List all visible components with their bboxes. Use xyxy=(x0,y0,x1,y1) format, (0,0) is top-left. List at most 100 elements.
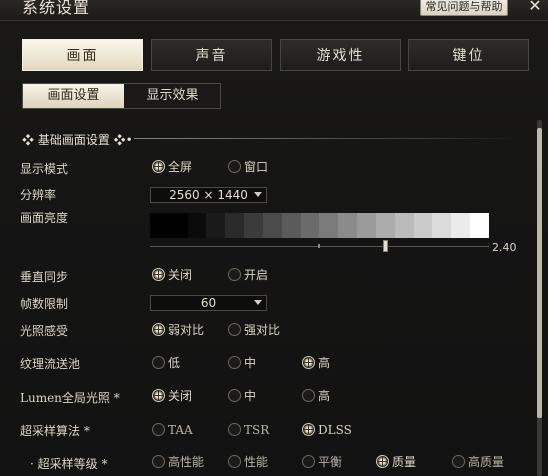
radio-checked-icon xyxy=(152,160,165,173)
tab-gameplay[interactable]: 游戏性 xyxy=(280,39,401,71)
radio-label: 平衡 xyxy=(318,455,343,469)
radio-label: 质量 xyxy=(392,455,417,469)
brightness-step xyxy=(451,213,471,238)
radio-unchecked-icon xyxy=(152,356,165,369)
diamond-icon: ❖• xyxy=(109,133,133,147)
brightness-step xyxy=(394,213,414,238)
close-icon[interactable]: ✕ xyxy=(527,0,543,14)
scrollbar-thumb[interactable] xyxy=(537,128,542,418)
upscaling-taa-radio[interactable]: TAA xyxy=(152,423,193,437)
radio-label: 高性能 xyxy=(168,455,205,469)
brightness-step xyxy=(225,213,245,238)
brightness-step xyxy=(168,213,188,238)
section-title: ❖ 基础画面设置 ❖• xyxy=(22,131,133,148)
radio-label: 关闭 xyxy=(168,389,193,403)
frame-limit-label: 帧数限制 xyxy=(20,297,69,311)
brightness-step xyxy=(206,213,226,238)
resolution-value: 2560 × 1440 xyxy=(169,188,248,202)
lumen-gi-off-radio[interactable]: 关闭 xyxy=(152,389,192,403)
radio-label: TAA xyxy=(168,423,193,437)
diamond-icon: ❖ xyxy=(22,133,38,147)
radio-label: 全屏 xyxy=(168,160,193,174)
radio-checked-icon xyxy=(376,455,389,468)
brightness-step xyxy=(470,213,489,238)
radio-unchecked-icon xyxy=(152,455,165,468)
radio-checked-icon xyxy=(152,389,165,402)
light-sense-high-radio[interactable]: 强对比 xyxy=(228,323,280,337)
vsync-off-radio[interactable]: 关闭 xyxy=(152,268,192,282)
texture-pool-high-radio[interactable]: 高 xyxy=(302,356,330,370)
brightness-step xyxy=(375,213,395,238)
display-mode-fullscreen-radio[interactable]: 全屏 xyxy=(152,160,192,174)
vsync-on-radio[interactable]: 开启 xyxy=(228,268,268,282)
lumen-gi-high-radio[interactable]: 高 xyxy=(302,389,330,403)
brightness-step xyxy=(300,213,320,238)
texture-pool-mid-radio[interactable]: 中 xyxy=(228,356,256,370)
radio-unchecked-icon xyxy=(302,389,315,402)
help-button[interactable]: 常见问题与帮助 xyxy=(420,0,508,16)
brightness-step xyxy=(187,213,207,238)
radio-unchecked-icon xyxy=(228,268,241,281)
resolution-select[interactable]: 2560 × 1440 xyxy=(150,187,267,203)
frame-limit-value: 60 xyxy=(200,296,217,310)
radio-unchecked-icon xyxy=(302,455,315,468)
radio-unchecked-icon xyxy=(152,423,165,436)
light-sense-label: 光照感受 xyxy=(20,324,69,338)
upscaling-dlss-radio[interactable]: DLSS xyxy=(302,423,352,437)
radio-checked-icon xyxy=(152,323,165,336)
radio-label: 高 xyxy=(318,389,331,403)
slider-default-tick xyxy=(318,244,320,248)
radio-label: 弱对比 xyxy=(168,323,205,337)
upscaling-tsr-radio[interactable]: TSR xyxy=(228,423,269,437)
section-divider xyxy=(134,138,518,139)
display-mode-windowed-radio[interactable]: 窗口 xyxy=(228,160,268,174)
radio-unchecked-icon xyxy=(228,455,241,468)
brightness-calibration-bar xyxy=(150,213,489,238)
radio-unchecked-icon xyxy=(228,423,241,436)
upscale-level-quality-radio[interactable]: 质量 xyxy=(376,455,416,469)
subtab-display-settings[interactable]: 画面设置 xyxy=(23,84,124,108)
texture-pool-low-radio[interactable]: 低 xyxy=(152,356,180,370)
radio-unchecked-icon xyxy=(452,455,465,468)
brightness-step xyxy=(338,213,358,238)
brightness-step xyxy=(244,213,263,238)
brightness-slider-handle[interactable] xyxy=(383,240,388,252)
lumen-gi-mid-radio[interactable]: 中 xyxy=(228,389,256,403)
radio-checked-icon xyxy=(302,356,315,369)
tab-sound[interactable]: 声音 xyxy=(151,39,272,71)
radio-checked-icon xyxy=(302,423,315,436)
upscale-level-ultra-perf-radio[interactable]: 高性能 xyxy=(152,455,204,469)
lumen-gi-label: Lumen全局光照 * xyxy=(20,391,120,405)
upscale-level-ultra-quality-radio[interactable]: 高质量 xyxy=(452,455,504,469)
brightness-step xyxy=(432,213,452,238)
chevron-down-icon xyxy=(254,300,262,305)
radio-label: 中 xyxy=(244,356,257,370)
brightness-value: 2.40 xyxy=(492,241,517,254)
radio-label: DLSS xyxy=(318,423,352,437)
brightness-step xyxy=(262,213,282,238)
radio-label: 开启 xyxy=(244,268,269,282)
upscale-level-perf-radio[interactable]: 性能 xyxy=(228,455,268,469)
tab-display[interactable]: 画面 xyxy=(22,39,143,71)
radio-unchecked-icon xyxy=(228,323,241,336)
frame-limit-select[interactable]: 60 xyxy=(150,295,267,311)
radio-label: 低 xyxy=(168,356,181,370)
radio-label: 关闭 xyxy=(168,268,193,282)
light-sense-low-radio[interactable]: 弱对比 xyxy=(152,323,204,337)
texture-pool-label: 纹理流送池 xyxy=(20,357,81,371)
brightness-step xyxy=(413,213,433,238)
brightness-step xyxy=(357,213,376,238)
radio-label: 强对比 xyxy=(244,323,281,337)
subtab-display-effects[interactable]: 显示效果 xyxy=(124,84,221,108)
radio-label: 性能 xyxy=(244,455,269,469)
brightness-step xyxy=(281,213,301,238)
display-mode-label: 显示模式 xyxy=(20,162,69,176)
tab-keybinds[interactable]: 键位 xyxy=(408,39,529,71)
upscale-level-balanced-radio[interactable]: 平衡 xyxy=(302,455,342,469)
upscale-level-label: · 超采样等级 * xyxy=(30,457,108,471)
sub-tabs: 画面设置 显示效果 xyxy=(22,83,221,109)
upscaling-label: 超采样算法 * xyxy=(20,424,90,438)
radio-label: TSR xyxy=(244,423,270,437)
radio-label: 高质量 xyxy=(468,455,505,469)
radio-unchecked-icon xyxy=(228,389,241,402)
